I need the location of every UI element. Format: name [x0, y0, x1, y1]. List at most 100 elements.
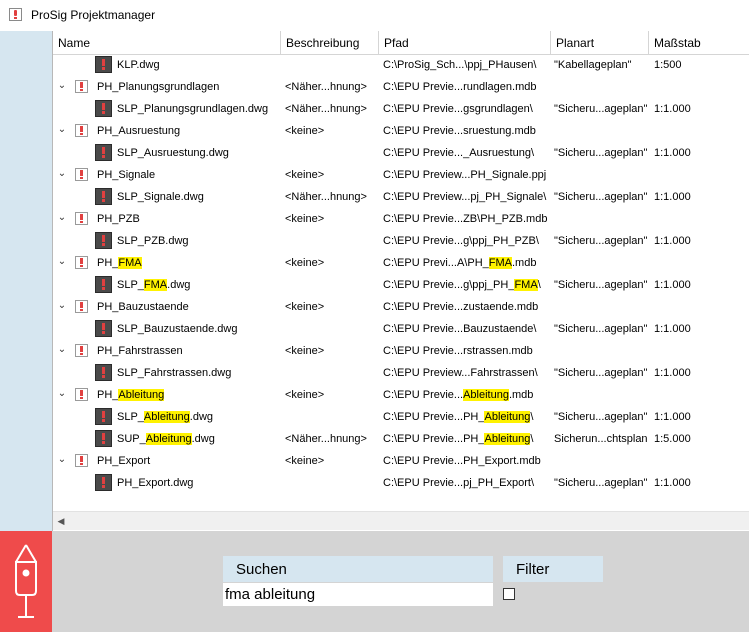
text-segment: \ [537, 279, 541, 291]
tree-file-row[interactable]: SUP_Ableitung.dwg <Näher...hnung> C:\EPU P… [53, 428, 749, 450]
text-segment: \ [530, 411, 534, 423]
horizontal-scrollbar[interactable]: ◀ [53, 511, 749, 530]
project-tree[interactable]: Name Beschreibung Pfad Planart Maßstab K… [52, 31, 749, 531]
text-segment: SLP_Ausruestung.dwg [117, 147, 229, 159]
tree-file-row[interactable]: SLP_PZB.dwg C:\EPU Previe...g\ppj_PH_PZB\… [53, 230, 749, 252]
column-header-planart[interactable]: Planart [551, 31, 649, 54]
row-name: SUP_Ableitung.dwg [117, 428, 279, 450]
text-segment: C:\EPU Previe...PH_ [383, 411, 485, 423]
tree-file-row[interactable]: SLP_Planungsgrundlagen.dwg <Näher...hnung… [53, 98, 749, 120]
row-planart: "Sicheru...ageplan" [554, 103, 648, 115]
tree-file-row[interactable]: SLP_Signale.dwg <Näher...hnung> C:\EPU Pre… [53, 186, 749, 208]
tree-folder-row[interactable]: ⌄ PH_Ausruestung <keine> C:\EPU Previe...sr… [53, 120, 749, 142]
expand-chevron-icon[interactable]: ⌄ [57, 256, 67, 268]
column-header-massstab[interactable]: Maßstab [649, 31, 749, 54]
tree-folder-row[interactable]: ⌄ PH_Signale <keine> C:\EPU Preview...PH_Si… [53, 164, 749, 186]
dwg-file-icon [95, 474, 112, 491]
row-name: SLP_Ausruestung.dwg [117, 142, 279, 164]
row-name: PH_PZB [97, 208, 279, 230]
row-name: SLP_Bauzustaende.dwg [117, 318, 279, 340]
dwg-file-icon [95, 364, 112, 381]
row-name: PH_Ausruestung [97, 120, 279, 142]
row-massstab: 1:1.000 [654, 279, 691, 291]
text-segment: C:\EPU Previe..._Ausruestung\ [383, 147, 535, 159]
row-beschreibung [285, 318, 377, 340]
filter-label: Filter [503, 556, 603, 582]
tree-file-row[interactable]: SLP_Ableitung.dwg C:\EPU Previe...PH_Able… [53, 406, 749, 428]
row-pfad: C:\EPU Previe...sruestung.mdb [383, 120, 549, 142]
row-massstab [654, 296, 748, 318]
tree-folder-row[interactable]: ⌄ PH_PZB <keine> C:\EPU Previe...ZB\PH_PZB.… [53, 208, 749, 230]
dwg-file-icon [95, 188, 112, 205]
row-massstab [654, 120, 748, 142]
scroll-left-arrow-icon[interactable]: ◀ [55, 515, 67, 527]
row-planart: "Sicheru...ageplan" [554, 411, 648, 423]
row-beschreibung [285, 54, 377, 76]
filter-checkbox[interactable] [503, 588, 515, 600]
tree-file-row[interactable]: SLP_Ausruestung.dwg C:\EPU Previe..._Ausr… [53, 142, 749, 164]
tree-folder-row[interactable]: ⌄ PH_Export <keine> C:\EPU Previe...PH_Expo… [53, 450, 749, 472]
tree-file-row[interactable]: PH_Export.dwg C:\EPU Previe...pj_PH_Expor… [53, 472, 749, 494]
row-pfad: C:\EPU Previe...pj_PH_Export\ [383, 472, 549, 494]
tree-folder-row[interactable]: ⌄ PH_Bauzustaende <keine> C:\EPU Previe...z… [53, 296, 749, 318]
project-icon [75, 454, 88, 467]
column-header-name[interactable]: Name [53, 31, 281, 54]
text-segment: C:\EPU Preview...Fahrstrassen\ [383, 367, 538, 379]
expand-chevron-icon[interactable]: ⌄ [57, 454, 67, 466]
dwg-file-icon [95, 430, 112, 447]
tree-file-row[interactable]: KLP.dwg C:\ProSig_Sch...\ppj_PHausen\ "Kab… [53, 54, 749, 76]
project-icon [75, 168, 88, 181]
prosig-app-icon [9, 8, 22, 21]
search-highlight: Ableitung [463, 389, 509, 401]
title-bar: ProSig Projektmanager [0, 0, 749, 30]
text-segment: SLP_Signale.dwg [117, 191, 204, 203]
row-massstab [654, 208, 748, 230]
row-name: SLP_Fahrstrassen.dwg [117, 362, 279, 384]
row-planart: "Sicheru...ageplan" [554, 477, 648, 489]
row-name: PH_Bauzustaende [97, 296, 279, 318]
row-pfad: C:\EPU Preview...PH_Signale.ppj [383, 164, 549, 186]
text-segment: PH_Ausruestung [97, 125, 181, 137]
dwg-file-icon [95, 276, 112, 293]
expand-chevron-icon[interactable]: ⌄ [57, 80, 67, 92]
text-segment: .mdb [512, 257, 537, 269]
row-massstab: 1:500 [654, 59, 682, 71]
expand-chevron-icon[interactable]: ⌄ [57, 344, 67, 356]
text-segment: SLP_Planungsgrundlagen.dwg [117, 103, 269, 115]
row-massstab: 1:1.000 [654, 191, 691, 203]
row-planart [554, 164, 648, 186]
project-icon [75, 80, 88, 93]
project-icon [75, 124, 88, 137]
row-beschreibung: <keine> [285, 301, 325, 313]
tree-folder-row[interactable]: ⌄ PH_Ableitung <keine> C:\EPU Previe...Able… [53, 384, 749, 406]
tree-file-row[interactable]: SLP_Bauzustaende.dwg C:\EPU Previe...Bauz… [53, 318, 749, 340]
column-header-pfad[interactable]: Pfad [379, 31, 551, 54]
row-pfad: C:\EPU Preview...Fahrstrassen\ [383, 362, 549, 384]
expand-chevron-icon[interactable]: ⌄ [57, 212, 67, 224]
expand-chevron-icon[interactable]: ⌄ [57, 168, 67, 180]
row-name: PH_Planungsgrundlagen [97, 76, 279, 98]
row-pfad: C:\EPU Previe...Ableitung.mdb [383, 384, 549, 406]
tree-folder-row[interactable]: ⌄ PH_Fahrstrassen <keine> C:\EPU Previe...r… [53, 340, 749, 362]
tree-folder-row[interactable]: ⌄ PH_Planungsgrundlagen <Näher...hnung> C:\… [53, 76, 749, 98]
column-header-beschreibung[interactable]: Beschreibung [281, 31, 379, 54]
expand-chevron-icon[interactable]: ⌄ [57, 388, 67, 400]
tree-file-row[interactable]: SLP_Fahrstrassen.dwg C:\EPU Preview...Fah… [53, 362, 749, 384]
tree-file-row[interactable]: SLP_FMA.dwg C:\EPU Previe...g\ppj_PH_FMA\… [53, 274, 749, 296]
row-massstab: 1:1.000 [654, 147, 691, 159]
row-name: PH_Ableitung [97, 384, 279, 406]
expand-chevron-icon[interactable]: ⌄ [57, 124, 67, 136]
text-segment: C:\EPU Previe...rundlagen.mdb [383, 81, 537, 93]
search-highlight: Ableitung [484, 411, 531, 423]
project-icon [75, 344, 88, 357]
expand-chevron-icon[interactable]: ⌄ [57, 300, 67, 312]
search-highlight: Ableitung [118, 389, 165, 401]
dwg-file-icon [95, 232, 112, 249]
signal-logo-icon [15, 544, 37, 618]
row-beschreibung [285, 362, 377, 384]
row-beschreibung [285, 406, 377, 428]
tree-folder-row[interactable]: ⌄ PH_FMA <keine> C:\EPU Previ...A\PH_FMA.md… [53, 252, 749, 274]
row-planart: Sicherun...chtsplan [554, 433, 648, 445]
search-input[interactable] [223, 583, 493, 606]
row-planart [554, 450, 648, 472]
